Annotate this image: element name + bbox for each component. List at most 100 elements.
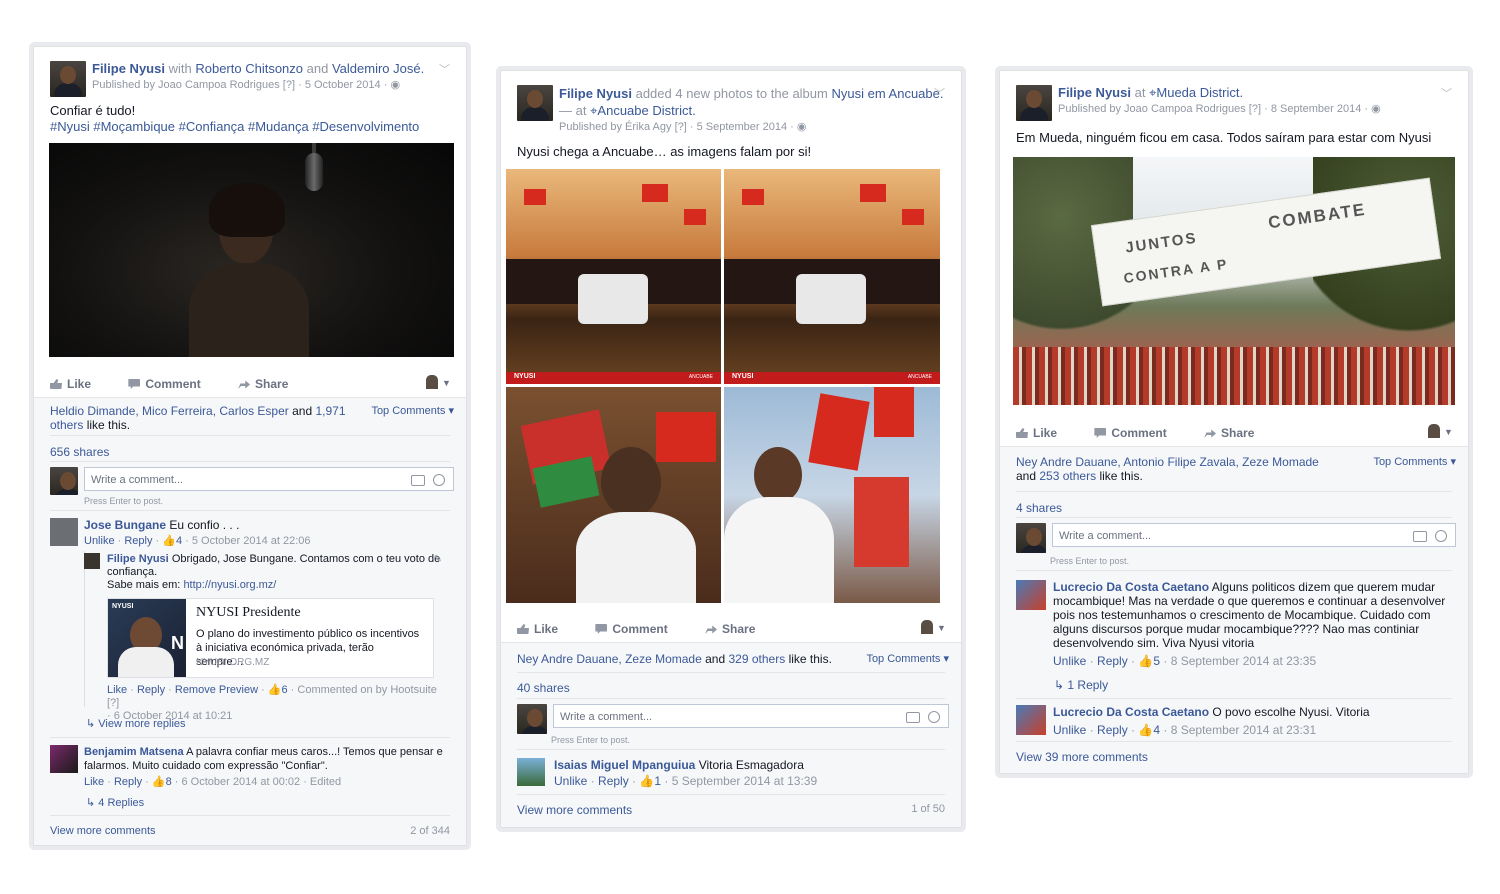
view-more-replies[interactable]: ↳ View more replies	[86, 717, 186, 730]
reply-arrow-icon: ↳	[1054, 678, 1065, 692]
like-count[interactable]: 1	[654, 774, 661, 788]
author-avatar[interactable]	[1016, 85, 1052, 121]
post-date[interactable]: 5 September 2014	[697, 121, 788, 133]
smiley-icon[interactable]	[1435, 530, 1447, 542]
place-link[interactable]: Mueda District.	[1156, 85, 1243, 100]
video-thumbnail[interactable]	[49, 143, 454, 357]
post-date[interactable]: 5 October 2014	[305, 79, 381, 91]
divider	[517, 698, 945, 699]
photo-1[interactable]: NYUSI ANCUABE	[506, 169, 721, 384]
top-comments-dropdown[interactable]: Top Comments ▾	[371, 404, 454, 417]
tagged-user[interactable]: Roberto Chitsonzo	[195, 61, 303, 76]
view-more-comments[interactable]: View more comments	[517, 803, 632, 817]
link-preview[interactable]: NYUSI N NYUSI Presidente O plano do inve…	[107, 598, 434, 678]
like-count[interactable]: 5	[1153, 654, 1160, 668]
top-comments-dropdown[interactable]: Top Comments ▾	[866, 652, 949, 665]
reply-link[interactable]: Reply	[1097, 654, 1128, 668]
divider	[517, 672, 945, 673]
comment-time[interactable]: 8 September 2014 at 23:31	[1171, 723, 1316, 737]
shares-count[interactable]: 4 shares	[1016, 501, 1062, 515]
author-name[interactable]: Filipe Nyusi	[559, 86, 632, 101]
like-count[interactable]: 4	[1153, 723, 1160, 737]
reply-link[interactable]: Reply	[114, 776, 142, 788]
shares-count[interactable]: 656 shares	[50, 445, 109, 459]
smiley-icon[interactable]	[928, 711, 940, 723]
shares-count[interactable]: 40 shares	[517, 681, 570, 695]
avatar[interactable]	[1016, 705, 1046, 735]
like-link[interactable]: Like	[107, 684, 127, 696]
camera-icon[interactable]	[1413, 531, 1427, 542]
reply-link[interactable]: Reply	[1097, 723, 1128, 737]
replies-link[interactable]: ↳ 4 Replies	[86, 796, 144, 809]
place-link[interactable]: Ancuabe District.	[597, 103, 695, 118]
like-button[interactable]: Like	[50, 377, 91, 391]
author-avatar[interactable]	[517, 85, 553, 121]
edited-label[interactable]: Edited	[310, 776, 341, 788]
share-button[interactable]: Share	[705, 622, 755, 636]
hashtags[interactable]: #Nyusi #Moçambique #Confiança #Mudança #…	[50, 119, 450, 135]
author-name[interactable]: Filipe Nyusi	[92, 61, 165, 76]
unlike-link[interactable]: Unlike	[1053, 654, 1086, 668]
camera-icon[interactable]	[906, 712, 920, 723]
post-card-3: Filipe Nyusi at ⌖Mueda District. Publish…	[999, 70, 1469, 774]
comment-time[interactable]: 6 October 2014 at 00:02	[181, 776, 300, 788]
audience-selector[interactable]: ▼	[1428, 424, 1453, 438]
reply-link[interactable]: Reply	[598, 774, 629, 788]
album-link[interactable]: Nyusi em Ancuabe.	[831, 86, 943, 101]
pencil-icon[interactable]: ✎	[434, 553, 442, 567]
comment-input[interactable]: Write a comment...	[553, 704, 949, 728]
comment-time[interactable]: 5 September 2014 at 13:39	[672, 774, 817, 788]
avatar[interactable]	[1016, 580, 1046, 610]
reply-link[interactable]: Reply	[124, 535, 152, 547]
chevron-down-icon[interactable]: ﹀	[934, 85, 945, 101]
video-thumbnail[interactable]: JUNTOS COMBATE CONTRA A P	[1013, 157, 1455, 405]
audience-selector[interactable]: ▼	[426, 375, 451, 389]
like-count[interactable]: 6	[282, 684, 288, 696]
chevron-down-icon[interactable]: ﹀	[1441, 85, 1452, 101]
avatar[interactable]	[517, 758, 545, 786]
unlike-link[interactable]: Unlike	[1053, 723, 1086, 737]
comment-icon	[595, 624, 608, 634]
like-button[interactable]: Like	[1016, 426, 1057, 440]
like-icon: 👍	[151, 776, 166, 788]
remove-preview-link[interactable]: Remove Preview	[175, 684, 258, 696]
like-count[interactable]: 4	[176, 535, 182, 547]
comment-time[interactable]: 8 September 2014 at 23:35	[1171, 654, 1316, 668]
avatar	[1428, 424, 1440, 438]
view-more-comments[interactable]: View more comments	[50, 825, 156, 837]
photo-4[interactable]	[724, 387, 940, 603]
tagged-user[interactable]: Valdemiro José.	[332, 61, 424, 76]
author-avatar[interactable]	[84, 553, 100, 569]
author-name[interactable]: Filipe Nyusi	[1058, 85, 1131, 100]
camera-icon[interactable]	[411, 475, 425, 486]
author-avatar[interactable]	[50, 61, 86, 97]
like-button[interactable]: Like	[517, 622, 558, 636]
audience-selector[interactable]: ▼	[921, 620, 946, 634]
share-button[interactable]: Share	[238, 377, 288, 391]
smiley-icon[interactable]	[433, 474, 445, 486]
avatar[interactable]	[50, 745, 78, 773]
comment-button[interactable]: Comment	[595, 622, 668, 636]
like-link[interactable]: Like	[84, 776, 104, 788]
photo-3[interactable]	[506, 387, 721, 603]
external-link[interactable]: http://nyusi.org.mz/	[183, 579, 276, 591]
avatar[interactable]	[50, 518, 78, 546]
comment-input[interactable]: Write a comment...	[84, 467, 454, 491]
reply-link[interactable]: Reply	[137, 684, 165, 696]
comment-time[interactable]: 5 October 2014 at 22:06	[192, 535, 311, 547]
replies-link[interactable]: ↳ 1 Reply	[1054, 678, 1108, 692]
unlike-link[interactable]: Unlike	[84, 535, 115, 547]
flag	[684, 209, 706, 225]
chevron-down-icon[interactable]: ﹀	[439, 61, 450, 77]
comment-button[interactable]: Comment	[128, 377, 201, 391]
photo-2[interactable]: NYUSI ANCUABE	[724, 169, 940, 384]
top-comments-dropdown[interactable]: Top Comments ▾	[1373, 455, 1456, 468]
view-more-comments[interactable]: View 39 more comments	[1016, 750, 1148, 764]
post-date[interactable]: 8 September 2014	[1271, 103, 1362, 115]
comment-input[interactable]: Write a comment...	[1052, 523, 1456, 547]
unlike-link[interactable]: Unlike	[554, 774, 587, 788]
comment-button[interactable]: Comment	[1094, 426, 1167, 440]
like-count[interactable]: 8	[166, 776, 172, 788]
share-button[interactable]: Share	[1204, 426, 1254, 440]
person	[724, 497, 834, 603]
